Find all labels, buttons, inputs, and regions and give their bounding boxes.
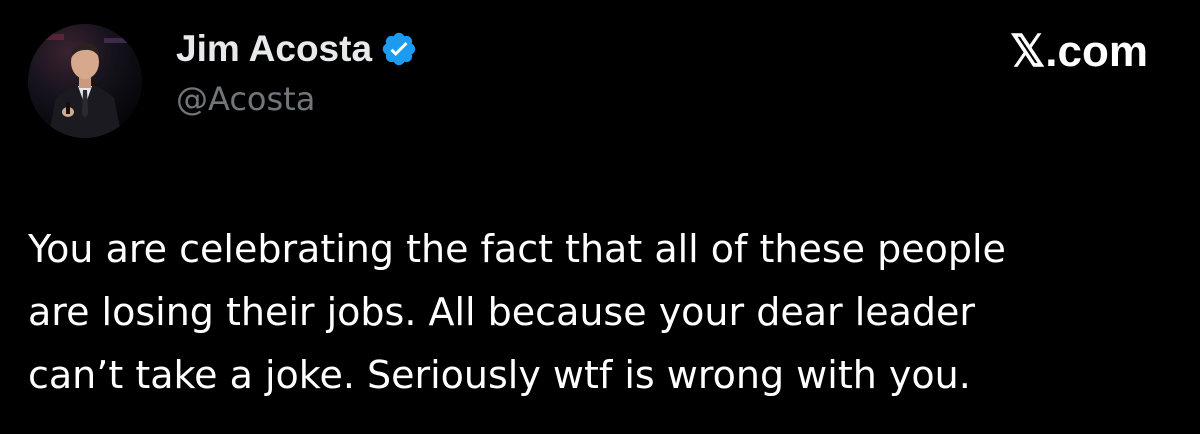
verified-badge-icon [380,30,418,68]
tweet-text-line: are losing their jobs. All because your … [28,290,976,334]
tweet-text-line: can’t take a joke. Seriously wtf is wron… [28,353,971,397]
author-handle[interactable]: @Acosta [176,80,315,118]
author-name[interactable]: Jim Acosta [176,28,372,70]
tweet-text: You are celebrating the fact that all of… [28,218,1178,407]
tweet-text-line: You are celebrating the fact that all of… [28,227,1006,271]
avatar[interactable] [28,24,142,138]
avatar-image [28,24,142,138]
author-name-row: Jim Acosta [176,26,418,72]
tweet-card: Jim Acosta @Acosta 𝕏.com You are celebra… [0,0,1200,434]
x-brand-label: 𝕏.com [1009,27,1148,76]
